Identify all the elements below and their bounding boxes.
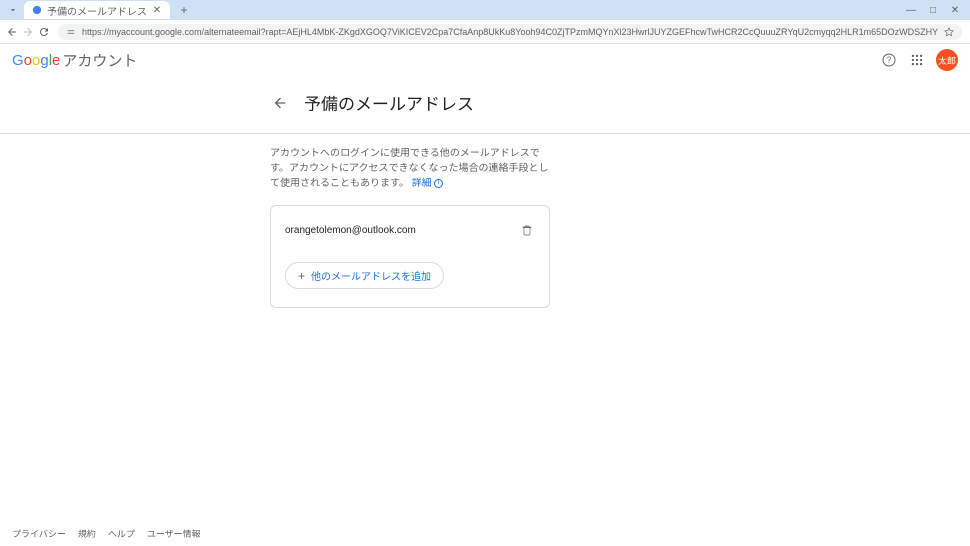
tab-strip: 予備のメールアドレス ✕ + — □ ✕	[0, 0, 970, 20]
google-logo[interactable]: Google	[12, 52, 60, 69]
browser-toolbar: https://myaccount.google.com/alternateem…	[0, 20, 970, 44]
footer-user-info-link[interactable]: ユーザー情報	[147, 527, 201, 540]
star-icon[interactable]	[944, 27, 954, 37]
browser-tab[interactable]: 予備のメールアドレス ✕	[24, 1, 170, 19]
minimize-button[interactable]: —	[906, 5, 916, 15]
detail-link[interactable]: 詳細 i	[412, 176, 443, 191]
page-description: アカウントへのログインに使用できる他のメールアドレスです。アカウントにアクセスで…	[270, 146, 550, 191]
close-window-button[interactable]: ✕	[950, 5, 960, 15]
divider	[0, 133, 970, 134]
tab-title: 予備のメールアドレス	[47, 3, 147, 18]
svg-text:?: ?	[887, 56, 892, 65]
page-title: 予備のメールアドレス	[304, 90, 474, 115]
help-button[interactable]: ?	[880, 51, 898, 69]
footer: プライバシー 規約 ヘルプ ユーザー情報	[12, 527, 201, 540]
new-tab-button[interactable]: +	[176, 2, 192, 18]
site-info-icon[interactable]	[66, 27, 76, 37]
email-value: orangetolemon@outlook.com	[285, 225, 416, 236]
back-button[interactable]	[270, 93, 290, 113]
account-label: アカウント	[62, 50, 137, 71]
email-row: orangetolemon@outlook.com	[285, 218, 535, 242]
email-card: orangetolemon@outlook.com + 他のメールアドレスを追加	[270, 205, 550, 308]
tab-search-button[interactable]	[6, 3, 20, 17]
footer-privacy-link[interactable]: プライバシー	[12, 527, 66, 540]
url-text: https://myaccount.google.com/alternateem…	[82, 27, 938, 37]
forward-nav-button[interactable]	[22, 23, 34, 41]
url-bar[interactable]: https://myaccount.google.com/alternateem…	[58, 24, 962, 40]
tab-close-button[interactable]: ✕	[152, 5, 162, 15]
plus-icon: +	[298, 269, 305, 283]
main-content: 予備のメールアドレス アカウントへのログインに使用できる他のメールアドレスです。…	[0, 76, 970, 308]
app-header: Google アカウント ? 太郎	[0, 44, 970, 76]
apps-grid-button[interactable]	[908, 51, 926, 69]
info-icon: i	[434, 179, 443, 188]
window-controls: — □ ✕	[906, 5, 970, 15]
back-nav-button[interactable]	[6, 23, 18, 41]
footer-help-link[interactable]: ヘルプ	[108, 527, 135, 540]
add-button-label: 他のメールアドレスを追加	[311, 268, 431, 283]
maximize-button[interactable]: □	[928, 5, 938, 15]
reload-button[interactable]	[38, 23, 50, 41]
footer-terms-link[interactable]: 規約	[78, 527, 96, 540]
delete-email-button[interactable]	[519, 222, 535, 238]
add-email-button[interactable]: + 他のメールアドレスを追加	[285, 262, 444, 289]
avatar[interactable]: 太郎	[936, 49, 958, 71]
browser-chrome: 予備のメールアドレス ✕ + — □ ✕ https://myaccount.g…	[0, 0, 970, 44]
google-favicon-icon	[32, 5, 42, 15]
